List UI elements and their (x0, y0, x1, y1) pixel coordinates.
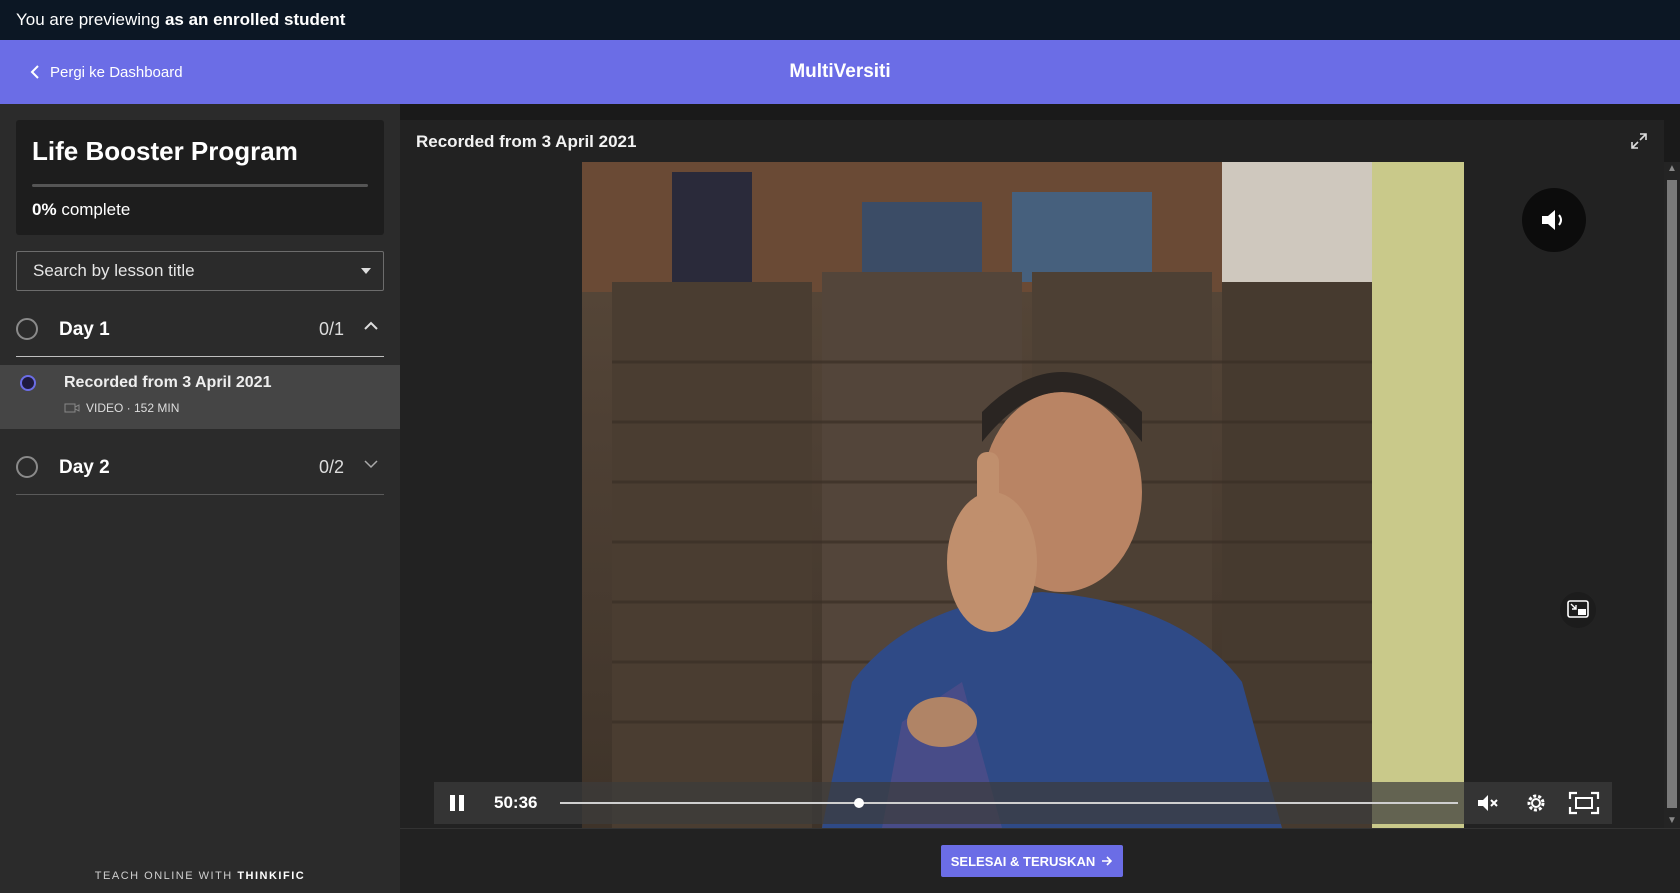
lesson-item[interactable]: Recorded from 3 April 2021 VIDEO · 152 M… (0, 365, 400, 429)
current-time: 50:36 (494, 793, 538, 812)
pause-icon[interactable] (448, 793, 466, 813)
preview-prefix: You are previewing (16, 10, 160, 29)
scroll-down-icon[interactable]: ▼ (1667, 816, 1677, 826)
cta-label: SELESAI & TERUSKAN (950, 853, 1096, 869)
back-to-dashboard-link[interactable]: Pergi ke Dashboard (30, 40, 183, 104)
preview-banner: You are previewing as an enrolled studen… (0, 0, 1680, 40)
seek-handle[interactable] (854, 798, 865, 808)
search-placeholder: Search by lesson title (33, 261, 195, 280)
lesson-footer: SELESAI & TERUSKAN (400, 828, 1680, 893)
content-scrollbar[interactable]: ▲ ▼ (1664, 162, 1680, 828)
chapter-count: 0/2 (318, 457, 344, 477)
lesson-meta-text: VIDEO · 152 MIN (86, 401, 180, 415)
lesson-content-header: Recorded from 3 April 2021 (400, 120, 1664, 163)
fullscreen-icon[interactable] (1568, 791, 1600, 815)
settings-gear-icon[interactable] (1524, 791, 1548, 815)
chevron-left-icon (30, 65, 39, 79)
progress-text: 0% complete (32, 200, 130, 220)
chapter-day-1[interactable]: Day 1 0/1 (16, 305, 384, 357)
course-sidebar: Life Booster Program 0% complete Search … (0, 104, 400, 892)
course-progress-bar (32, 184, 368, 187)
brand-title[interactable]: MultiVersiti (789, 61, 890, 82)
chapter-status-circle-icon (16, 318, 38, 340)
back-link-label: Pergi ke Dashboard (50, 63, 183, 81)
mute-icon[interactable] (1476, 791, 1500, 815)
volume-indicator (1522, 188, 1586, 252)
chapter-day-2[interactable]: Day 2 0/2 (16, 443, 384, 495)
course-title: Life Booster Program (32, 136, 298, 166)
arrow-right-icon (1102, 856, 1113, 866)
chapter-title: Day 1 (59, 319, 110, 340)
chapter-count: 0/1 (318, 319, 344, 339)
complete-and-continue-button[interactable]: SELESAI & TERUSKAN (941, 845, 1123, 877)
lesson-title: Recorded from 3 April 2021 (64, 374, 272, 391)
caret-down-icon (361, 268, 371, 274)
footer-prefix: TEACH ONLINE WITH (94, 870, 233, 882)
lesson-meta: VIDEO · 152 MIN (64, 401, 179, 415)
speaker-icon (1542, 210, 1562, 230)
picture-in-picture-button[interactable] (1560, 592, 1596, 628)
top-header: Pergi ke Dashboard MultiVersiti (0, 40, 1680, 104)
chapter-status-circle-icon (16, 456, 38, 478)
progress-suffix: complete (61, 200, 131, 219)
video-camera-icon (64, 403, 80, 413)
video-still-image (582, 162, 1464, 828)
video-player[interactable]: 50:36 (400, 162, 1664, 828)
progress-percent: 0% (32, 200, 57, 219)
video-frame[interactable] (582, 162, 1464, 828)
lesson-content-title: Recorded from 3 April 2021 (416, 132, 637, 151)
seek-bar[interactable] (560, 798, 1458, 808)
lesson-content: Recorded from 3 April 2021 50:36 ▲ ▼ SEL… (400, 104, 1680, 893)
chevron-up-icon (364, 321, 378, 330)
scroll-up-icon[interactable]: ▲ (1667, 164, 1677, 174)
footer-brand: THINKIFIC (237, 870, 306, 882)
course-card: Life Booster Program 0% complete (16, 120, 384, 235)
expand-icon[interactable] (1630, 132, 1648, 150)
picture-in-picture-icon (1567, 600, 1589, 618)
scroll-thumb[interactable] (1667, 180, 1677, 808)
chapter-title: Day 2 (59, 457, 110, 478)
chevron-down-icon (364, 460, 378, 469)
lesson-search-select[interactable]: Search by lesson title (16, 251, 384, 291)
lesson-current-indicator-icon (20, 375, 36, 391)
thinkific-footer-link[interactable]: TEACH ONLINE WITH THINKIFIC (0, 870, 400, 882)
video-controls-bar: 50:36 (434, 782, 1612, 824)
preview-role: as an enrolled student (164, 10, 346, 29)
